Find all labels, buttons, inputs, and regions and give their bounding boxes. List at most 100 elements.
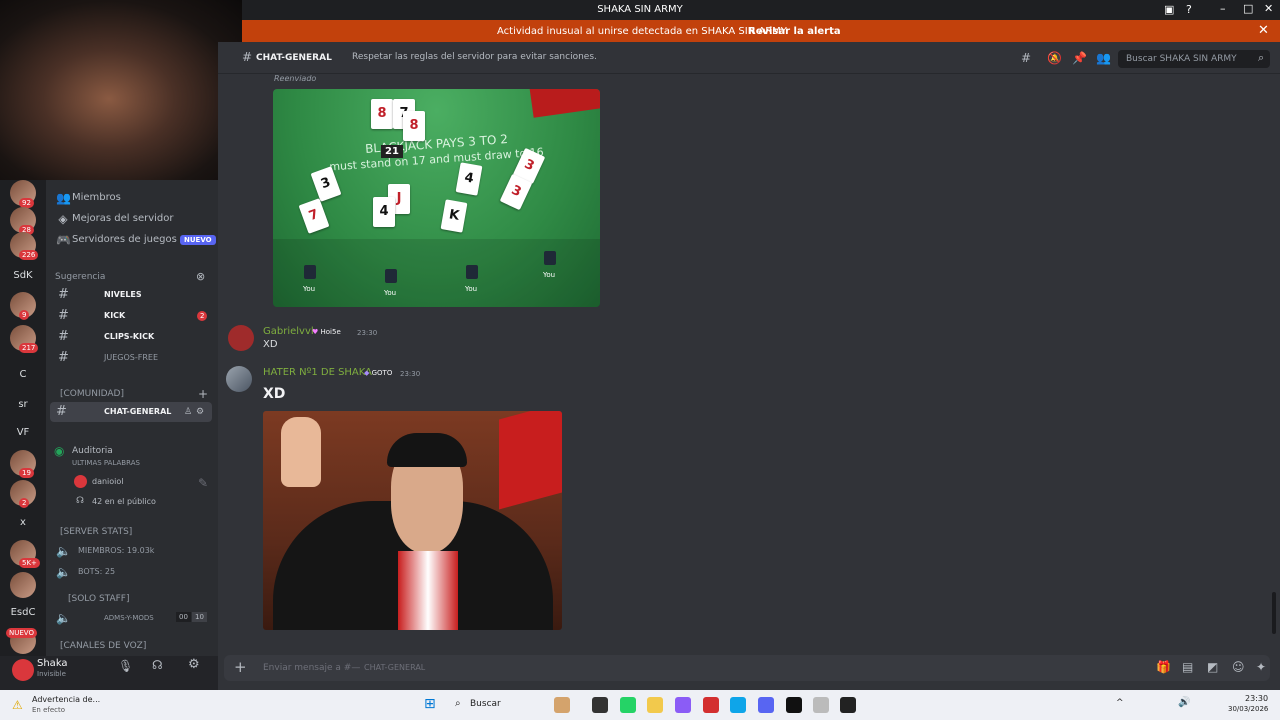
stage-speaker[interactable]: danioiol bbox=[92, 477, 124, 486]
browser-icon[interactable] bbox=[554, 697, 570, 713]
weather-sub: En efecto bbox=[32, 706, 66, 714]
channel-kick[interactable]: # KICK 2 bbox=[52, 306, 214, 326]
speaker-icon: 🔈 bbox=[56, 544, 71, 558]
stat-members[interactable]: MIEMBROS: 19.03k bbox=[78, 546, 154, 555]
search-icon[interactable]: ⌕ bbox=[1258, 51, 1264, 65]
category-voice[interactable]: [CANALES DE VOZ] bbox=[60, 641, 146, 651]
unread-badge: 2 bbox=[19, 498, 30, 508]
search-input[interactable]: Buscar SHAKA SIN ARMY bbox=[1118, 50, 1270, 68]
seat-label: You bbox=[465, 285, 478, 293]
gif-icon[interactable]: ▤ bbox=[1182, 660, 1193, 674]
weather-title[interactable]: Advertencia de... bbox=[32, 695, 100, 704]
server-icon[interactable]: EsdC bbox=[10, 600, 36, 626]
help-icon[interactable]: ? bbox=[1186, 3, 1192, 16]
settings-icon[interactable]: ⚙ bbox=[196, 402, 204, 422]
close-suggestion-icon[interactable]: ⊗ bbox=[196, 270, 205, 283]
copilot-icon[interactable] bbox=[675, 697, 691, 713]
message-author[interactable]: Gabrielvvl bbox=[263, 326, 314, 337]
sidebar-item-game-servers[interactable]: 🎮 Servidores de juegos NUEVO bbox=[52, 230, 216, 250]
maximize-icon[interactable]: □ bbox=[1243, 2, 1253, 15]
tag-icon: ◆ bbox=[364, 369, 370, 377]
pin-icon[interactable]: 📌 bbox=[1072, 51, 1087, 65]
clock-time[interactable]: 23:30 bbox=[1245, 694, 1268, 703]
hash-icon: # bbox=[58, 287, 69, 302]
whatsapp-icon[interactable] bbox=[620, 697, 636, 713]
portrait-image[interactable] bbox=[263, 411, 562, 630]
edge-icon[interactable] bbox=[730, 697, 746, 713]
server-icon[interactable]: sr bbox=[10, 392, 36, 418]
emoji-icon[interactable]: ☺ bbox=[1232, 660, 1245, 674]
discord-icon[interactable] bbox=[758, 697, 774, 713]
stage-channel-name[interactable]: Auditoria bbox=[72, 446, 113, 456]
obs-icon[interactable] bbox=[840, 697, 856, 713]
tag-icon: ♥ bbox=[312, 328, 319, 336]
server-icon[interactable]: C bbox=[10, 362, 36, 388]
channel-niveles[interactable]: # NIVELES bbox=[52, 285, 214, 305]
channel-clips-kick[interactable]: # CLIPS-KICK bbox=[52, 327, 214, 347]
folder-icon[interactable] bbox=[647, 697, 663, 713]
channel-juegos-free[interactable]: # JUEGOS-FREE bbox=[52, 348, 214, 368]
sidebar-item-members[interactable]: 👥 Miembros bbox=[52, 188, 214, 208]
message-author[interactable]: HATER Nº1 DE SHAKA bbox=[263, 367, 372, 378]
user-status: Invisible bbox=[37, 670, 66, 678]
mic-icon[interactable]: 🎙 bbox=[118, 659, 133, 673]
category-community[interactable]: [COMUNIDAD] bbox=[60, 389, 124, 399]
category-server-stats[interactable]: [SERVER STATS] bbox=[60, 527, 132, 537]
clock-date[interactable]: 30/03/2026 bbox=[1228, 705, 1268, 713]
minimize-icon[interactable]: – bbox=[1220, 2, 1226, 15]
clock-icon[interactable] bbox=[813, 697, 829, 713]
headphones-icon[interactable]: ☊ bbox=[152, 658, 163, 672]
invite-icon[interactable]: ♙ bbox=[184, 402, 192, 422]
user-limit: 10 bbox=[192, 612, 207, 622]
close-alert-icon[interactable]: ✕ bbox=[1258, 23, 1269, 38]
office-icon[interactable] bbox=[703, 697, 719, 713]
avatar[interactable] bbox=[12, 659, 34, 681]
threads-icon[interactable]: # bbox=[1021, 51, 1031, 65]
channel-chat-general[interactable]: # CHAT-GENERAL ♙ ⚙ bbox=[50, 402, 212, 422]
add-channel-icon[interactable]: + bbox=[198, 387, 208, 401]
taskbar-search[interactable]: Buscar bbox=[470, 699, 501, 709]
chevron-up-icon[interactable]: ^ bbox=[1116, 698, 1124, 708]
channel-topic[interactable]: Respetar las reglas del servidor para ev… bbox=[352, 52, 597, 62]
avatar[interactable] bbox=[226, 366, 252, 392]
apps-icon[interactable]: ✦ bbox=[1256, 660, 1266, 674]
server-icon[interactable] bbox=[10, 572, 36, 598]
message-composer[interactable]: + Enviar mensaje a #— CHAT-GENERAL 🎁 ▤ ◩… bbox=[224, 655, 1270, 681]
server-list: 92 28 226 SdK 9 217 Csr VF 19 2 x 5K+ EsdC NUEVO bbox=[0, 180, 46, 690]
seat-marker bbox=[304, 265, 316, 279]
unread-badge: 217 bbox=[19, 343, 39, 353]
mute-icon[interactable]: 🔕 bbox=[1047, 51, 1062, 65]
members-icon[interactable]: 👥 bbox=[1096, 51, 1111, 65]
message-text: XD bbox=[263, 386, 286, 402]
close-icon[interactable]: ✕ bbox=[1264, 2, 1273, 15]
suggestion-label: Sugerencia bbox=[55, 272, 106, 282]
terminal-icon[interactable] bbox=[786, 697, 802, 713]
taskbar: ⚠ Advertencia de... En efecto ⊞ ⌕ Buscar… bbox=[0, 690, 1280, 720]
unread-badge: 5K+ bbox=[19, 558, 40, 568]
mention-badge: 2 bbox=[197, 311, 208, 321]
sidebar-item-boosts[interactable]: ◈ Mejoras del servidor bbox=[52, 209, 214, 229]
inbox-icon[interactable]: ▣ bbox=[1164, 3, 1174, 16]
scrollbar[interactable] bbox=[1272, 592, 1276, 634]
server-icon[interactable]: VF bbox=[10, 420, 36, 446]
webcam-overlay bbox=[0, 0, 242, 180]
user-panel: Shaka Invisible 🎙 ☊ ⚙ bbox=[0, 656, 218, 690]
server-icon[interactable]: x bbox=[10, 510, 36, 536]
gift-icon[interactable]: 🎁 bbox=[1156, 660, 1171, 674]
staff-channel[interactable]: ADMS-Y-MODS bbox=[104, 614, 154, 622]
channel-header: # CHAT-GENERAL Respetar las reglas del s… bbox=[218, 42, 1280, 74]
blackjack-image[interactable]: BLACKJACK PAYS 3 TO 2 must stand on 17 a… bbox=[273, 89, 600, 307]
message-text: XD bbox=[263, 339, 278, 350]
warning-icon: ⚠ bbox=[12, 698, 23, 712]
sticker-icon[interactable]: ◩ bbox=[1207, 660, 1218, 674]
windows-start-icon[interactable]: ⊞ bbox=[424, 696, 436, 712]
user-settings-icon[interactable]: ⚙ bbox=[188, 657, 200, 672]
category-solo-staff[interactable]: [SOLO STAFF] bbox=[68, 594, 129, 604]
review-alert-button[interactable]: Revisar la alerta bbox=[748, 26, 841, 37]
stat-bots[interactable]: BOTS: 25 bbox=[78, 567, 115, 576]
add-attachment-icon[interactable]: + bbox=[234, 658, 247, 676]
file-icon[interactable] bbox=[592, 697, 608, 713]
volume-icon[interactable]: 🔊 bbox=[1178, 697, 1190, 708]
server-icon[interactable]: SdK bbox=[10, 263, 36, 289]
avatar[interactable] bbox=[228, 325, 254, 351]
